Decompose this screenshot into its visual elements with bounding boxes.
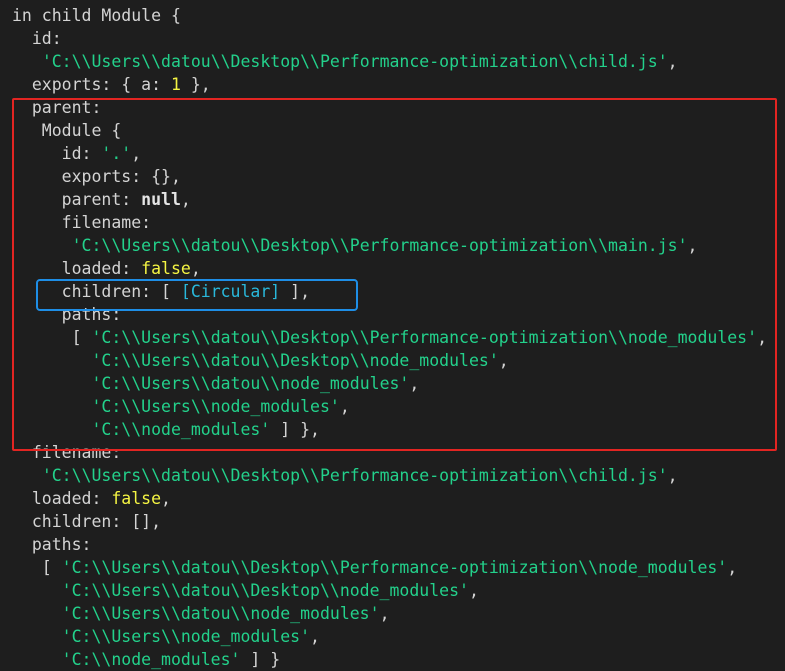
output-line: 'C:\\Users\\datou\\node_modules', [12,372,419,395]
token-punc: , [687,236,698,255]
output-line: id: '.', [12,142,142,165]
token-str: 'C:\\Users\\datou\\node_modules' [61,604,380,623]
output-line: 'C:\\Users\\datou\\Desktop\\Performance-… [12,234,698,257]
token-str: 'C:\\Users\\datou\\Desktop\\Performance-… [41,466,668,485]
output-line: 'C:\\Users\\datou\\node_modules', [12,602,390,625]
token-punc: , [190,259,201,278]
token-plain: paths: [12,305,122,324]
output-line: 'C:\\Users\\datou\\Desktop\\Performance-… [12,464,678,487]
token-punc: ], [280,282,311,301]
token-str: 'C:\\Users\\datou\\Desktop\\Performance-… [61,558,728,577]
token-punc: , [498,351,509,370]
output-line: paths: [12,533,92,556]
token-plain: in child Module { [12,6,181,25]
token-special: [Circular] [180,282,281,301]
token-plain: loaded: [12,259,142,278]
token-plain: exports: {}, [12,167,181,186]
token-plain: id: [12,144,102,163]
token-punc: ] } [240,650,281,669]
output-line: loaded: false, [12,487,171,510]
token-plain: [ [12,328,92,347]
output-line: filename: [12,441,121,464]
token-punc: , [339,397,350,416]
token-null: null [141,190,181,209]
token-punc: , [757,328,767,347]
token-punc: , [667,52,678,71]
token-num: 1 [170,75,181,94]
token-bool: false [111,489,162,508]
token-plain: exports: { a: [12,75,171,94]
output-line: in child Module { [12,4,181,27]
output-line: [ 'C:\\Users\\datou\\Desktop\\Performanc… [12,326,767,349]
token-str: 'C:\\Users\\datou\\Desktop\\Performance-… [91,328,758,347]
output-line: Module { [12,119,121,142]
output-line: 'C:\\Users\\datou\\Desktop\\node_modules… [12,349,509,372]
token-plain: [ [12,558,62,577]
output-line: paths: [12,303,122,326]
token-plain: paths: [12,535,92,554]
token-str: 'C:\\Users\\datou\\Desktop\\Performance-… [41,52,668,71]
token-punc: }, [180,75,211,94]
token-punc: , [161,489,171,508]
output-line: filename: [12,211,151,234]
token-punc: , [131,144,142,163]
token-punc: , [667,466,678,485]
output-line: 'C:\\Users\\datou\\Desktop\\Performance-… [12,50,678,73]
output-line: id: [12,27,62,50]
output-line: 'C:\\Users\\node_modules', [12,395,350,418]
token-plain: filename: [12,213,152,232]
token-str: 'C:\\node_modules' [61,650,241,669]
token-punc: , [468,581,479,600]
token-str: 'C:\\Users\\datou\\Desktop\\node_modules… [61,581,469,600]
token-punc: , [409,374,420,393]
token-plain: parent: [12,190,142,209]
output-line: exports: { a: 1 }, [12,73,211,96]
token-str: 'C:\\Users\\node_modules' [61,627,311,646]
output-line: children: [ [Circular] ], [12,280,310,303]
token-punc: , [310,627,320,646]
terminal-output: in child Module { id: 'C:\\Users\\datou\… [0,0,785,671]
token-punc: , [727,558,738,577]
token-bool: false [141,259,191,278]
token-str: 'C:\\Users\\node_modules' [91,397,340,416]
token-punc: , [379,604,390,623]
token-plain: loaded: [12,489,112,508]
output-line: 'C:\\node_modules' ] } [12,648,281,671]
output-line: exports: {}, [12,165,181,188]
output-line: parent: [12,96,102,119]
token-plain: children: [], [12,512,162,531]
output-line: 'C:\\Users\\datou\\Desktop\\node_modules… [12,579,479,602]
output-line: parent: null, [12,188,191,211]
token-punc: , [180,190,191,209]
token-str: 'C:\\node_modules' [91,420,271,439]
output-line: 'C:\\Users\\node_modules', [12,625,320,648]
token-plain: id: [12,29,62,48]
token-plain: filename: [12,443,122,462]
token-str: 'C:\\Users\\datou\\Desktop\\node_modules… [91,351,499,370]
output-line: [ 'C:\\Users\\datou\\Desktop\\Performanc… [12,556,737,579]
output-line: loaded: false, [12,257,201,280]
token-plain: parent: [12,98,102,117]
token-punc: ] }, [270,420,320,439]
output-line: children: [], [12,510,161,533]
output-line: 'C:\\node_modules' ] }, [12,418,320,441]
token-plain: Module { [12,121,122,140]
token-str: '.' [101,144,132,163]
token-str: 'C:\\Users\\datou\\node_modules' [91,374,410,393]
token-str: 'C:\\Users\\datou\\Desktop\\Performance-… [71,236,688,255]
token-plain: children: [ [12,282,181,301]
